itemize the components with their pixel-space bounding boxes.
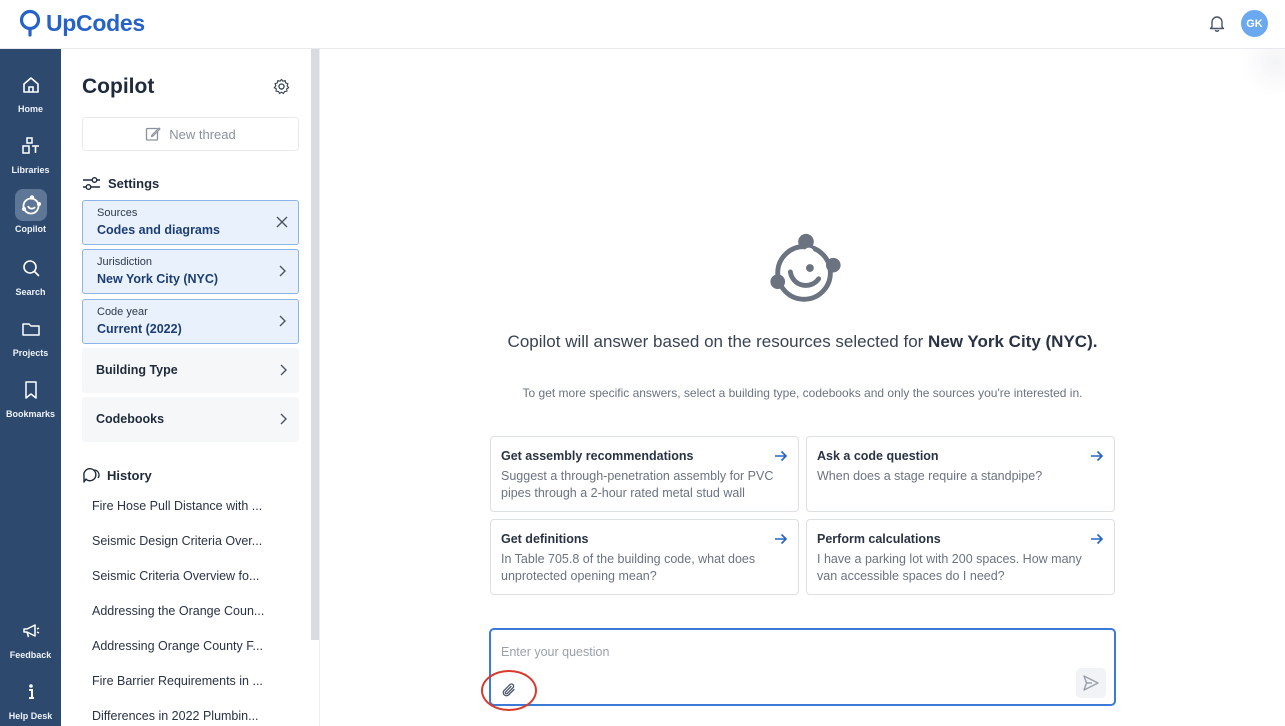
sliders-icon: [83, 177, 100, 190]
suggestion-card-definitions[interactable]: Get definitions In Table 705.8 of the bu…: [490, 519, 799, 595]
history-item[interactable]: Differences in 2022 Plumbin...: [92, 709, 259, 723]
rail-label: Bookmarks: [5, 409, 56, 419]
option-label: Sources: [97, 207, 138, 219]
chevron-right-icon: [280, 364, 287, 376]
card-body: In Table 705.8 of the building code, wha…: [501, 552, 756, 583]
rail-label: Feedback: [9, 650, 52, 660]
search-icon: [15, 252, 47, 284]
option-label: Code year: [97, 306, 148, 318]
edit-icon: [146, 127, 161, 141]
building-type-option[interactable]: Building Type: [82, 348, 299, 393]
folder-icon: [15, 313, 47, 345]
suggestion-card-calculations[interactable]: Perform calculations I have a parking lo…: [806, 519, 1115, 595]
rail-item-copilot[interactable]: Copilot: [0, 189, 61, 234]
question-box: [481, 628, 1116, 711]
copilot-sidebar: Copilot New thread Settings Sources Code…: [61, 49, 320, 726]
libraries-icon: [15, 130, 47, 162]
gear-icon[interactable]: [273, 78, 290, 95]
rail-item-feedback[interactable]: Feedback: [0, 615, 61, 660]
card-body: When does a stage require a standpipe?: [817, 469, 1043, 483]
option-title: Codebooks: [96, 412, 165, 426]
chevron-right-icon: [279, 265, 286, 277]
send-button[interactable]: [1076, 668, 1106, 698]
rail-item-search[interactable]: Search: [0, 252, 61, 297]
option-value: Codes and diagrams: [97, 223, 220, 237]
card-title: Ask a code question: [817, 449, 939, 463]
arrow-right-icon: [1091, 533, 1104, 545]
card-body: I have a parking lot with 200 spaces. Ho…: [817, 552, 1082, 583]
history-item[interactable]: Fire Hose Pull Distance with ...: [92, 499, 262, 513]
chevron-right-icon: [279, 315, 286, 327]
bell-icon[interactable]: [1207, 13, 1227, 33]
app-name: UpCodes: [46, 9, 145, 36]
headline-jurisdiction: New York City (NYC).: [928, 332, 1098, 351]
jurisdiction-option[interactable]: Jurisdiction New York City (NYC): [82, 249, 299, 294]
card-title: Perform calculations: [817, 532, 941, 546]
question-input[interactable]: [501, 642, 1061, 662]
rail-item-bookmarks[interactable]: Bookmarks: [0, 374, 61, 419]
settings-heading: Settings: [82, 176, 159, 191]
new-thread-button[interactable]: New thread: [82, 117, 299, 151]
suggestion-card-assembly[interactable]: Get assembly recommendations Suggest a t…: [490, 436, 799, 512]
sidebar-title: Copilot: [82, 75, 155, 98]
send-icon: [1083, 675, 1099, 691]
rail-label: Copilot: [15, 224, 46, 234]
sources-option[interactable]: Sources Codes and diagrams: [82, 200, 299, 245]
rail-label: Search: [15, 287, 46, 297]
history-item[interactable]: Fire Barrier Requirements in ...: [92, 674, 263, 688]
rail-item-home[interactable]: Home: [0, 69, 61, 114]
copilot-icon: [14, 189, 47, 221]
history-item[interactable]: Seismic Design Criteria Over...: [92, 534, 262, 548]
history-heading: History: [82, 467, 152, 483]
rail-item-help-desk[interactable]: Help Desk: [0, 676, 61, 721]
upcodes-logo-icon: [19, 9, 41, 37]
home-icon: [15, 69, 47, 101]
chat-bubbles-icon: [83, 468, 100, 483]
copilot-subline: To get more specific answers, select a b…: [522, 386, 1083, 400]
option-label: Jurisdiction: [97, 256, 153, 268]
history-heading-label: History: [107, 467, 152, 483]
new-thread-label: New thread: [169, 126, 236, 142]
copilot-logo-icon: [770, 233, 841, 302]
option-title: Building Type: [96, 363, 178, 377]
annotation-circle: [481, 670, 537, 711]
bookmark-icon: [15, 374, 47, 406]
left-rail: Home Libraries Copilot Search Projects B…: [0, 49, 61, 726]
history-item[interactable]: Seismic Criteria Overview fo...: [92, 569, 259, 583]
top-bar: UpCodes GK: [0, 0, 1285, 49]
arrow-right-icon: [775, 533, 788, 545]
megaphone-icon: [15, 615, 47, 647]
app-logo[interactable]: UpCodes: [18, 9, 145, 37]
user-avatar[interactable]: GK: [1241, 10, 1268, 37]
rail-label: Libraries: [11, 165, 50, 175]
option-value: New York City (NYC): [97, 272, 219, 286]
card-title: Get assembly recommendations: [501, 449, 694, 463]
rail-item-projects[interactable]: Projects: [0, 313, 61, 358]
rail-label: Projects: [12, 348, 49, 358]
suggestion-card-code-question[interactable]: Ask a code question When does a stage re…: [806, 436, 1115, 512]
code-year-option[interactable]: Code year Current (2022): [82, 299, 299, 344]
corner-shade: [1238, 49, 1285, 94]
close-icon[interactable]: [275, 215, 289, 229]
rail-item-libraries[interactable]: Libraries: [0, 130, 61, 175]
history-item[interactable]: Addressing Orange County F...: [92, 639, 263, 653]
copilot-headline: Copilot will answer based on the resourc…: [490, 331, 1115, 353]
option-value: Current (2022): [97, 322, 182, 336]
arrow-right-icon: [775, 450, 788, 462]
headline-text: Copilot will answer based on the resourc…: [507, 332, 929, 351]
rail-label: Help Desk: [8, 711, 53, 721]
arrow-right-icon: [1091, 450, 1104, 462]
info-icon: [15, 676, 47, 708]
card-body: Suggest a through-penetration assembly f…: [501, 469, 774, 500]
sidebar-scrollbar[interactable]: [311, 49, 319, 640]
chevron-right-icon: [280, 413, 287, 425]
card-title: Get definitions: [501, 532, 589, 546]
history-item[interactable]: Addressing the Orange Coun...: [92, 604, 264, 618]
codebooks-option[interactable]: Codebooks: [82, 397, 299, 442]
rail-label: Home: [17, 104, 43, 114]
settings-heading-label: Settings: [108, 176, 160, 191]
